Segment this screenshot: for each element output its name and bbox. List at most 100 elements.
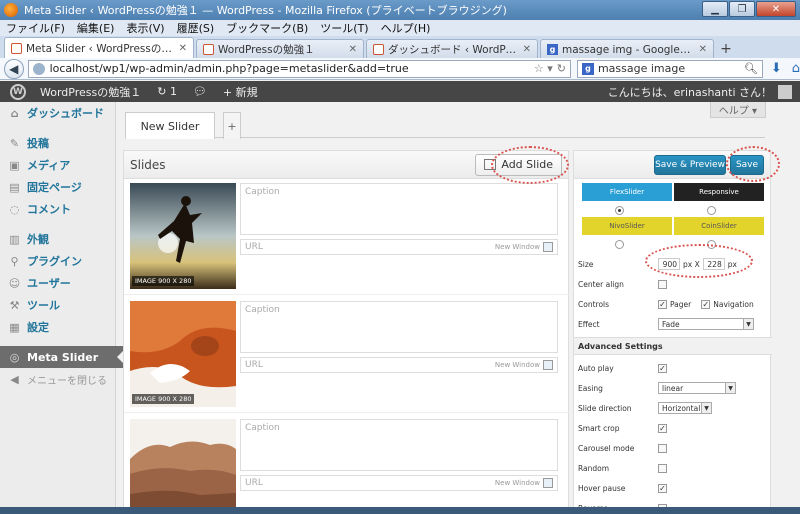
url-placeholder: URL bbox=[245, 360, 263, 370]
download-icon[interactable]: ⬇ bbox=[771, 61, 782, 76]
collapse-menu-button[interactable]: ◀ メニューを閉じる bbox=[0, 368, 115, 390]
new-window-checkbox[interactable] bbox=[543, 478, 553, 488]
admin-sidebar: ⌂ ダッシュボード ✎ 投稿 ▣ メディア ▤ 固定ページ ◌ コメント ▥ 外観 ⚲ プラグ… bbox=[0, 102, 125, 514]
settings-header: Save & Preview Save bbox=[574, 151, 770, 179]
easing-select[interactable]: linear ▼ bbox=[658, 382, 736, 394]
menu-history[interactable]: 履歴(S) bbox=[177, 20, 215, 36]
bookmark-star-icon[interactable]: ☆ ▾ bbox=[534, 62, 553, 75]
close-tab-icon[interactable]: ✕ bbox=[179, 43, 187, 54]
caption-field[interactable]: Caption bbox=[240, 183, 558, 235]
slide-thumbnail[interactable] bbox=[130, 419, 236, 514]
slide-thumbnail[interactable]: IMAGE 900 X 280 bbox=[130, 301, 236, 407]
advanced-settings-header[interactable]: Advanced Settings bbox=[574, 337, 772, 355]
save-preview-button[interactable]: Save & Preview bbox=[654, 155, 726, 175]
sidebar-item-dashboard[interactable]: ⌂ ダッシュボード bbox=[0, 102, 115, 124]
slide-direction-select[interactable]: Horizontal ▼ bbox=[658, 402, 712, 414]
new-content-link[interactable]: + 新規 bbox=[223, 84, 258, 100]
wordpress-icon bbox=[373, 43, 384, 55]
sidebar-item-appearance[interactable]: ▥ 外観 bbox=[0, 228, 115, 250]
random-row: Random bbox=[578, 459, 768, 477]
sidebar-item-meta-slider[interactable]: ◎ Meta Slider bbox=[0, 346, 125, 368]
site-name-link[interactable]: WordPressの勉強１ bbox=[40, 84, 141, 100]
caption-field[interactable]: Caption bbox=[240, 419, 558, 471]
coinslider-option[interactable]: CoinSlider bbox=[674, 217, 764, 235]
save-button[interactable]: Save bbox=[730, 155, 764, 175]
sidebar-item-users[interactable]: ☺ ユーザー bbox=[0, 272, 115, 294]
maximize-icon[interactable]: ❐ bbox=[729, 1, 755, 17]
flexslider-radio[interactable] bbox=[615, 206, 624, 215]
smart-crop-checkbox[interactable]: ✓ bbox=[658, 423, 667, 433]
nivoslider-radio[interactable] bbox=[615, 240, 624, 249]
sidebar-item-media[interactable]: ▣ メディア bbox=[0, 154, 115, 176]
menu-bookmarks[interactable]: ブックマーク(B) bbox=[226, 20, 308, 36]
appearance-icon: ▥ bbox=[9, 232, 20, 246]
carousel-mode-checkbox[interactable] bbox=[658, 443, 667, 453]
width-input[interactable]: 900 bbox=[658, 258, 680, 270]
reload-icon[interactable]: ↻ bbox=[557, 62, 566, 75]
random-checkbox[interactable] bbox=[658, 463, 667, 473]
menu-help[interactable]: ヘルプ(H) bbox=[381, 20, 431, 36]
responsive-option[interactable]: Responsive bbox=[674, 183, 764, 201]
caption-field[interactable]: Caption bbox=[240, 301, 558, 353]
menu-file[interactable]: ファイル(F) bbox=[6, 20, 65, 36]
coinslider-radio[interactable] bbox=[707, 240, 716, 249]
menu-view[interactable]: 表示(V) bbox=[126, 20, 164, 36]
url-field[interactable]: URL New Window bbox=[240, 475, 558, 491]
slide-thumbnail[interactable]: IMAGE 900 X 280 bbox=[130, 183, 236, 289]
tab-new-slider[interactable]: New Slider bbox=[125, 112, 215, 139]
menu-edit[interactable]: 編集(E) bbox=[77, 20, 115, 36]
auto-play-checkbox[interactable]: ✓ bbox=[658, 363, 667, 373]
url-field[interactable]: URL New Window bbox=[240, 357, 558, 373]
sidebar-item-pages[interactable]: ▤ 固定ページ bbox=[0, 176, 115, 198]
navigation-checkbox[interactable]: ✓ bbox=[701, 299, 711, 309]
hover-pause-checkbox[interactable]: ✓ bbox=[658, 483, 667, 493]
tab-dashboard[interactable]: ダッシュボード ‹ WordPressの勉... ✕ bbox=[366, 39, 538, 58]
add-slider-tab[interactable]: + bbox=[223, 112, 241, 139]
back-button[interactable]: ◀ bbox=[4, 58, 24, 79]
smart-crop-label: Smart crop bbox=[578, 423, 620, 433]
flexslider-option[interactable]: FlexSlider bbox=[582, 183, 672, 201]
nivoslider-option[interactable]: NivoSlider bbox=[582, 217, 672, 235]
new-window-checkbox[interactable] bbox=[543, 242, 553, 252]
url-bar[interactable]: localhost/wp1/wp-admin/admin.php?page=me… bbox=[27, 59, 571, 78]
url-field[interactable]: URL New Window bbox=[240, 239, 558, 255]
tab-meta-slider[interactable]: Meta Slider ‹ WordPressの勉強１ ... ✕ bbox=[4, 37, 194, 58]
wordpress-logo-icon[interactable]: W bbox=[10, 83, 26, 100]
tab-wordpress[interactable]: WordPressの勉強１ ✕ bbox=[196, 39, 364, 58]
sidebar-item-posts[interactable]: ✎ 投稿 bbox=[0, 132, 115, 154]
close-tab-icon[interactable]: ✕ bbox=[523, 44, 531, 55]
sidebar-item-plugins[interactable]: ⚲ プラグイン bbox=[0, 250, 115, 272]
controls-row: Controls ✓ Pager ✓ Navigation bbox=[578, 295, 768, 313]
new-window-checkbox[interactable] bbox=[543, 360, 553, 370]
window-controls: ▁ ❐ ✕ bbox=[701, 1, 796, 19]
greeting[interactable]: こんにちは、erinashanti さん！ bbox=[608, 84, 772, 100]
close-tab-icon[interactable]: ✕ bbox=[349, 44, 357, 55]
sidebar-item-comments[interactable]: ◌ コメント bbox=[0, 198, 115, 220]
new-label: 新規 bbox=[235, 85, 258, 99]
center-align-checkbox[interactable] bbox=[658, 279, 667, 289]
tab-google[interactable]: g massage img - Google 検索 ✕ bbox=[540, 39, 714, 58]
pager-checkbox[interactable]: ✓ bbox=[658, 299, 667, 309]
px-x-label: px X bbox=[683, 259, 700, 269]
images-icon bbox=[484, 159, 497, 170]
effect-select[interactable]: Fade ▼ bbox=[658, 318, 754, 330]
comments-icon[interactable]: 💬︎ bbox=[193, 85, 207, 98]
menu-tools[interactable]: ツール(T) bbox=[320, 20, 368, 36]
sidebar-item-tools[interactable]: ⚒ ツール bbox=[0, 294, 115, 316]
responsive-radio[interactable] bbox=[707, 206, 716, 215]
height-input[interactable]: 228 bbox=[702, 258, 725, 270]
close-tab-icon[interactable]: ✕ bbox=[699, 44, 707, 55]
sidebar-item-settings[interactable]: ▦ 設定 bbox=[0, 316, 115, 338]
minimize-icon[interactable]: ▁ bbox=[702, 1, 728, 17]
updates-link[interactable]: ↻ 1 bbox=[157, 85, 177, 98]
new-window-label: New Window bbox=[494, 361, 540, 369]
search-icon[interactable]: 🔍︎ bbox=[744, 62, 758, 75]
new-window-label: New Window bbox=[494, 243, 540, 251]
avatar[interactable] bbox=[778, 84, 792, 99]
close-icon[interactable]: ✕ bbox=[756, 1, 796, 17]
add-slide-button[interactable]: Add Slide bbox=[475, 153, 562, 176]
new-tab-button[interactable]: + bbox=[716, 39, 736, 58]
search-bar[interactable]: g massage image 🔍︎ bbox=[576, 59, 763, 78]
home-icon[interactable]: ⌂ bbox=[792, 61, 800, 76]
search-text: massage image bbox=[597, 62, 686, 75]
